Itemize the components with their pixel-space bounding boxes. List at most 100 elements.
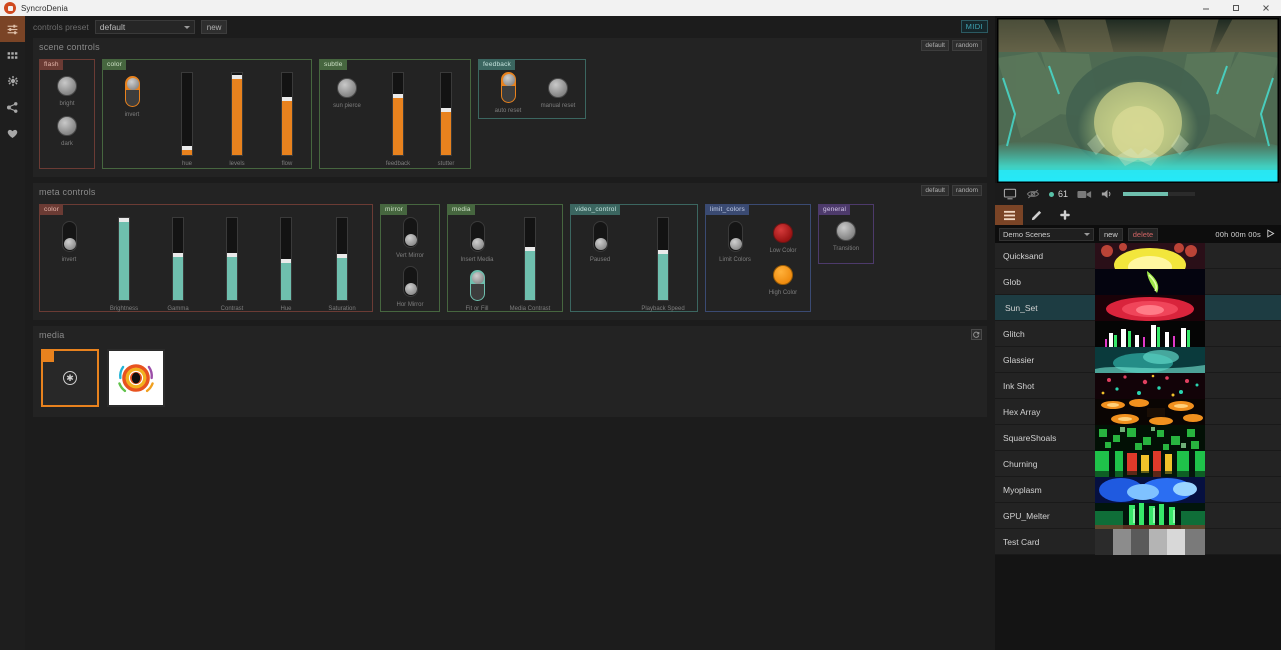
sidebar-item-favorites[interactable] <box>0 120 25 146</box>
slider-track[interactable] <box>231 72 243 156</box>
toggle-switch[interactable] <box>124 76 140 107</box>
slider-track[interactable] <box>336 217 348 301</box>
slider-track[interactable] <box>281 72 293 156</box>
toggle-thumb[interactable] <box>729 238 742 250</box>
toggle-thumb[interactable] <box>126 78 139 90</box>
monitor-icon[interactable] <box>1003 188 1017 200</box>
toggle-switch[interactable] <box>469 221 485 252</box>
toggle-switch[interactable] <box>61 221 77 252</box>
knob-dial[interactable] <box>337 78 357 98</box>
knob-bright[interactable]: bright <box>48 76 86 108</box>
media-settings-button[interactable] <box>971 329 982 340</box>
toggle-thumb[interactable] <box>471 272 484 284</box>
scene-row-sun-set[interactable]: Sun_Set <box>995 295 1281 321</box>
slider-stutter[interactable]: stutter <box>430 72 462 168</box>
knob-low-color[interactable]: Low Color <box>764 223 802 255</box>
toggle-thumb[interactable] <box>404 283 417 295</box>
new-scene-button[interactable]: new <box>1099 227 1123 241</box>
knob-dial[interactable] <box>57 116 77 136</box>
empty-media-tile[interactable]: ✱ <box>41 349 99 407</box>
toggle-switch[interactable] <box>402 217 418 248</box>
toggle-invert-scene[interactable]: invert <box>111 76 153 119</box>
knob-sun-pierce[interactable]: sun pierce <box>328 78 366 110</box>
toggle-insert-media[interactable]: Insert Media <box>456 221 498 264</box>
slider-gamma[interactable]: Gamma <box>158 217 198 313</box>
meta-random-button[interactable]: random <box>951 185 982 196</box>
sidebar-item-share[interactable] <box>0 94 25 120</box>
slider-track[interactable] <box>118 217 130 301</box>
camera-icon[interactable] <box>1077 189 1092 200</box>
sidebar-item-settings[interactable] <box>0 68 25 94</box>
play-icon[interactable] <box>1266 225 1275 243</box>
toggle-switch[interactable] <box>402 266 418 297</box>
tab-scene-add[interactable] <box>1051 205 1079 225</box>
toggle-thumb[interactable] <box>471 238 484 250</box>
toggle-paused[interactable]: Paused <box>579 221 621 264</box>
slider-contrast[interactable]: Contrast <box>212 217 252 313</box>
scene-row-gpu-melter[interactable]: GPU_Melter <box>995 503 1281 529</box>
knob-manual-reset[interactable]: manual reset <box>539 78 577 110</box>
slider-track[interactable] <box>657 217 669 301</box>
volume-slider[interactable] <box>1123 192 1196 196</box>
scene-default-button[interactable]: default <box>921 40 949 51</box>
toggle-switch[interactable] <box>592 221 608 252</box>
toggle-limit-colors[interactable]: Limit Colors <box>714 221 756 264</box>
toggle-switch[interactable] <box>500 72 516 103</box>
scene-list[interactable]: Quicksand Glob Sun_Set Glitch Glassier I… <box>995 243 1281 650</box>
toggle-switch[interactable] <box>469 270 485 301</box>
slider-playback-speed[interactable]: Playback Speed <box>637 217 689 313</box>
toggle-vert-mirror[interactable]: Vert Mirror <box>389 217 431 260</box>
slider-track[interactable] <box>392 72 404 156</box>
toggle-thumb[interactable] <box>502 74 515 86</box>
output-preview[interactable] <box>997 18 1279 183</box>
slider-saturation[interactable]: Saturation <box>320 217 364 313</box>
slider-track[interactable] <box>524 217 536 301</box>
scene-row-glitch[interactable]: Glitch <box>995 321 1281 347</box>
knob-dial[interactable] <box>773 223 793 243</box>
controls-preset-select[interactable]: default <box>94 20 195 34</box>
scene-row-squareshoals[interactable]: SquareShoals <box>995 425 1281 451</box>
minimize-button[interactable] <box>1191 0 1221 16</box>
scene-row-quicksand[interactable]: Quicksand <box>995 243 1281 269</box>
scene-row-ink-shot[interactable]: Ink Shot <box>995 373 1281 399</box>
midi-status-badge[interactable]: MIDI <box>960 20 988 33</box>
knob-dial[interactable] <box>548 78 568 98</box>
add-media-icon[interactable]: ✱ <box>63 371 77 385</box>
close-button[interactable] <box>1251 0 1281 16</box>
knob-dial[interactable] <box>57 76 77 96</box>
toggle-thumb[interactable] <box>404 234 417 246</box>
slider-track[interactable] <box>181 72 193 156</box>
toggle-thumb[interactable] <box>63 238 76 250</box>
scene-row-myoplasm[interactable]: Myoplasm <box>995 477 1281 503</box>
knob-dial[interactable] <box>773 265 793 285</box>
scene-row-churning[interactable]: Churning <box>995 451 1281 477</box>
maximize-button[interactable] <box>1221 0 1251 16</box>
scene-row-glassier[interactable]: Glassier <box>995 347 1281 373</box>
slider-track[interactable] <box>226 217 238 301</box>
slider-flow-scene[interactable]: flow <box>271 72 303 168</box>
knob-dark[interactable]: dark <box>48 116 86 148</box>
knob-dial[interactable] <box>836 221 856 241</box>
slider-track[interactable] <box>172 217 184 301</box>
toggle-switch[interactable] <box>727 221 743 252</box>
slider-levels-scene[interactable]: levels <box>221 72 253 168</box>
sidebar-item-grid[interactable] <box>0 42 25 68</box>
toggle-invert-meta[interactable]: invert <box>48 221 90 264</box>
slider-track[interactable] <box>280 217 292 301</box>
tab-scene-edit[interactable] <box>1023 205 1051 225</box>
knob-high-color[interactable]: High Color <box>764 265 802 297</box>
volume-icon[interactable] <box>1101 188 1114 200</box>
slider-feedback[interactable]: feedback <box>382 72 414 168</box>
scene-row-test-card[interactable]: Test Card <box>995 529 1281 555</box>
tab-scene-list[interactable] <box>995 205 1023 225</box>
scene-collection-select[interactable]: Demo Scenes <box>999 227 1094 241</box>
logo-media-tile[interactable] <box>107 349 165 407</box>
delete-scene-button[interactable]: delete <box>1127 227 1159 241</box>
slider-media-contrast[interactable]: Media Contrast <box>506 217 554 313</box>
slider-hue-meta[interactable]: Hue <box>266 217 306 313</box>
scene-row-glob[interactable]: Glob <box>995 269 1281 295</box>
knob-transition[interactable]: Transition <box>827 221 865 253</box>
scene-random-button[interactable]: random <box>951 40 982 51</box>
toggle-hor-mirror[interactable]: Hor Mirror <box>389 266 431 309</box>
slider-brightness[interactable]: Brightness <box>104 217 144 313</box>
